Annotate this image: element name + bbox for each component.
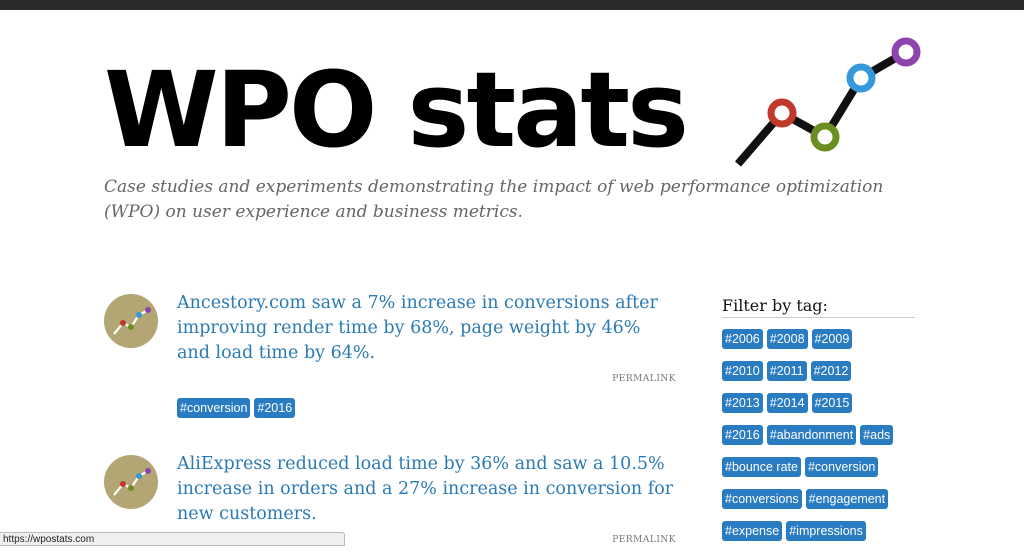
filter-tag[interactable]: #ads	[860, 425, 894, 445]
post-avatar-icon	[104, 455, 158, 509]
post-title-link[interactable]: Ancestory.com saw a 7% increase in conve…	[177, 291, 677, 366]
browser-top-bar	[0, 0, 1024, 10]
post-item: Ancestory.com saw a 7% increase in conve…	[104, 291, 684, 424]
logo-graph-icon	[734, 37, 921, 167]
post-avatar-icon	[104, 294, 158, 348]
filter-tag[interactable]: #2016	[722, 425, 763, 445]
filter-tag[interactable]: #bounce rate	[722, 457, 801, 477]
filter-tag[interactable]: #impressions	[786, 521, 866, 541]
filter-tag[interactable]: #2011	[766, 361, 807, 381]
logo-blue-node-icon	[846, 63, 876, 93]
filter-heading: Filter by tag:	[722, 296, 915, 318]
logo-green-node-icon	[810, 122, 840, 152]
filter-tag[interactable]: #2006	[722, 329, 763, 349]
logo-red-node-icon	[767, 98, 797, 128]
site-tagline: Case studies and experiments demonstrati…	[104, 177, 884, 222]
filter-tag[interactable]: #conversion	[804, 457, 879, 477]
tag-conversion[interactable]: #conversion	[177, 398, 251, 418]
filter-tag[interactable]: #2008	[766, 329, 808, 349]
filter-tag[interactable]: #2013	[722, 393, 763, 413]
site-title[interactable]: WPO stats	[104, 50, 689, 170]
filter-tag[interactable]: #abandonment	[766, 425, 857, 445]
permalink-link[interactable]: PERMALINK	[612, 374, 676, 384]
permalink-link[interactable]: PERMALINK	[612, 535, 676, 545]
tag-filter-sidebar: Filter by tag: #2006 #2008 #2009 #2010 #201…	[722, 296, 915, 552]
filter-tag[interactable]: #2012	[810, 361, 852, 381]
filter-tag[interactable]: #expense	[722, 521, 783, 541]
filter-tag[interactable]: #2009	[811, 329, 853, 349]
filter-tag[interactable]: #conversions	[722, 489, 802, 509]
post-title-link[interactable]: AliExpress reduced load time by 36% and …	[177, 452, 677, 527]
filter-tag[interactable]: #2015	[811, 393, 853, 413]
browser-status-url: https://wpostats.com	[0, 532, 345, 546]
post-tags: #conversion #2016	[177, 397, 299, 418]
filter-tag[interactable]: #2014	[766, 393, 808, 413]
tag-2016[interactable]: #2016	[254, 398, 296, 418]
logo-purple-node-icon	[891, 37, 921, 67]
filter-tag[interactable]: #engagement	[805, 489, 889, 509]
tag-cloud: #2006 #2008 #2009 #2010 #2011 #2012 #2013 #20…	[722, 328, 915, 552]
filter-tag[interactable]: #2010	[722, 361, 763, 381]
